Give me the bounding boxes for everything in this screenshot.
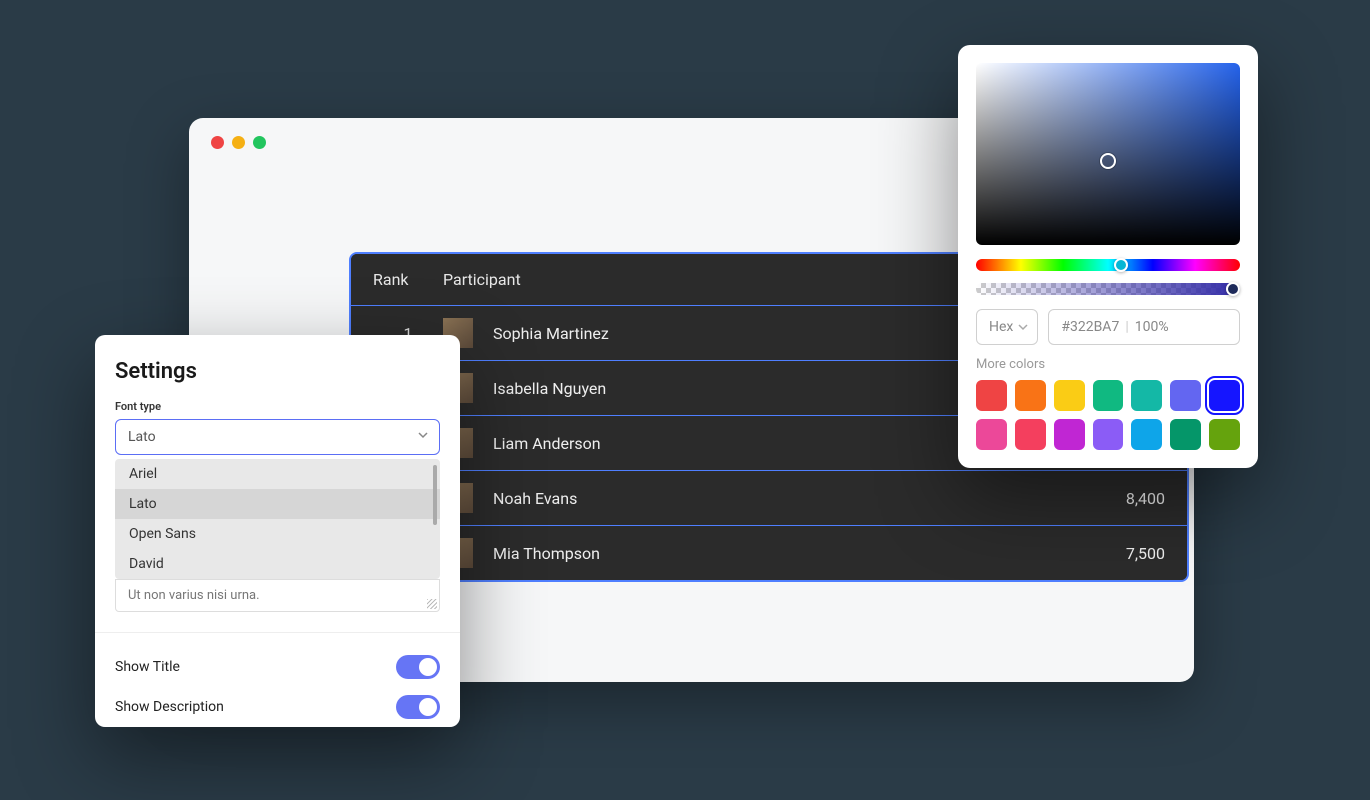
description-textarea[interactable]: Ut non varius nisi urna. (115, 579, 440, 612)
close-window-icon[interactable] (211, 136, 224, 149)
color-saturation-canvas[interactable] (976, 63, 1240, 245)
score-cell: 7,500 (1075, 544, 1165, 563)
color-swatch[interactable] (1209, 419, 1240, 450)
alpha-value: 100% (1135, 319, 1169, 335)
selected-font-value: Lato (128, 429, 156, 445)
font-option[interactable]: Ariel (115, 459, 440, 489)
show-description-toggle[interactable] (396, 695, 440, 719)
color-picker-panel: Hex #322BA7 | 100% More colors (958, 45, 1258, 468)
color-format-select[interactable]: Hex (976, 309, 1038, 345)
score-cell: 8,400 (1075, 489, 1165, 508)
color-swatch[interactable] (1131, 380, 1162, 411)
color-swatch[interactable] (1209, 380, 1240, 411)
color-swatch[interactable] (1054, 380, 1085, 411)
show-description-row: Show Description (115, 687, 440, 727)
color-input-row: Hex #322BA7 | 100% (976, 309, 1240, 345)
color-cursor-icon[interactable] (1100, 153, 1116, 169)
table-row[interactable]: 4 Noah Evans 8,400 (351, 470, 1187, 525)
alpha-handle-icon[interactable] (1226, 282, 1240, 296)
font-type-label: Font type (115, 400, 440, 413)
divider (95, 632, 460, 633)
color-swatch[interactable] (976, 419, 1007, 450)
textarea-placeholder: Ut non varius nisi urna. (128, 588, 260, 603)
color-format-value: Hex (989, 319, 1013, 335)
minimize-window-icon[interactable] (232, 136, 245, 149)
show-title-toggle[interactable] (396, 655, 440, 679)
font-options-list: ArielLatoOpen SansDavid (115, 459, 440, 579)
color-swatch[interactable] (1054, 419, 1085, 450)
hue-slider[interactable] (976, 259, 1240, 271)
color-swatch[interactable] (1093, 380, 1124, 411)
color-swatch[interactable] (1015, 419, 1046, 450)
color-swatch[interactable] (1093, 419, 1124, 450)
show-title-label: Show Title (115, 659, 180, 675)
swatch-grid (976, 380, 1240, 450)
show-title-row: Show Title (115, 647, 440, 687)
hex-value: #322BA7 (1061, 319, 1119, 335)
alpha-slider[interactable] (976, 283, 1240, 295)
maximize-window-icon[interactable] (253, 136, 266, 149)
chevron-down-icon (417, 429, 429, 445)
separator: | (1125, 319, 1128, 335)
more-colors-label: More colors (976, 357, 1240, 372)
color-swatch[interactable] (1170, 380, 1201, 411)
hue-handle-icon[interactable] (1114, 258, 1128, 272)
color-swatch[interactable] (1131, 419, 1162, 450)
settings-title: Settings (115, 359, 440, 384)
color-swatch[interactable] (1015, 380, 1046, 411)
font-option[interactable]: David (115, 549, 440, 579)
font-option[interactable]: Open Sans (115, 519, 440, 549)
color-swatch[interactable] (1170, 419, 1201, 450)
color-value-input[interactable]: #322BA7 | 100% (1048, 309, 1240, 345)
scrollbar[interactable] (433, 465, 437, 525)
participant-name: Mia Thompson (493, 544, 1075, 563)
header-rank: Rank (373, 270, 443, 289)
color-swatch[interactable] (976, 380, 1007, 411)
show-description-label: Show Description (115, 699, 224, 715)
font-option[interactable]: Lato (115, 489, 440, 519)
table-row[interactable]: 5 Mia Thompson 7,500 (351, 525, 1187, 580)
settings-panel: Settings Font type Lato ArielLatoOpen Sa… (95, 335, 460, 727)
participant-name: Noah Evans (493, 489, 1075, 508)
resize-handle-icon[interactable] (427, 599, 437, 609)
chevron-down-icon (1017, 321, 1029, 333)
font-type-dropdown[interactable]: Lato (115, 419, 440, 455)
